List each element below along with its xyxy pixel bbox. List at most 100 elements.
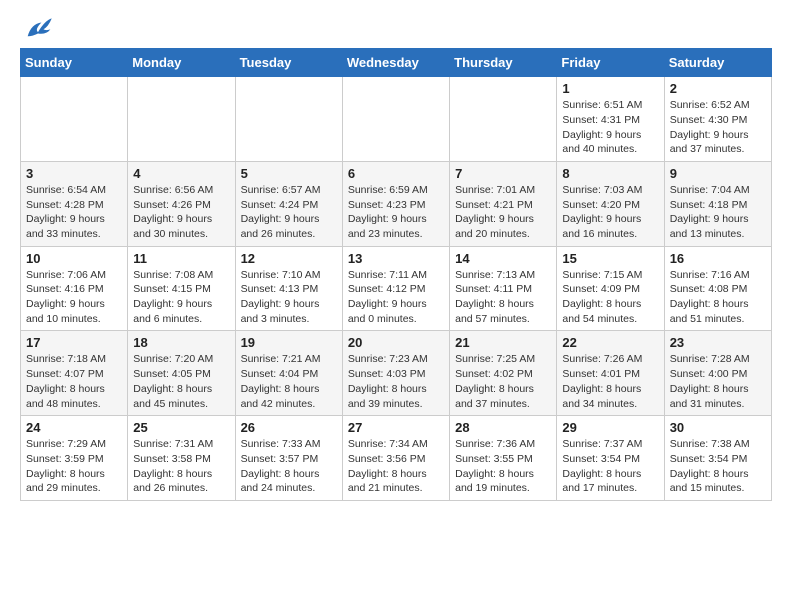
day-info: Sunrise: 7:21 AMSunset: 4:04 PMDaylight:… — [241, 352, 337, 411]
day-info: Sunrise: 6:51 AMSunset: 4:31 PMDaylight:… — [562, 98, 658, 157]
day-info: Sunrise: 7:29 AMSunset: 3:59 PMDaylight:… — [26, 437, 122, 496]
day-number: 22 — [562, 335, 658, 350]
day-info: Sunrise: 7:04 AMSunset: 4:18 PMDaylight:… — [670, 183, 766, 242]
day-info: Sunrise: 7:06 AMSunset: 4:16 PMDaylight:… — [26, 268, 122, 327]
day-info: Sunrise: 7:13 AMSunset: 4:11 PMDaylight:… — [455, 268, 551, 327]
calendar-day-4: 4 Sunrise: 6:56 AMSunset: 4:26 PMDaylight… — [128, 161, 235, 246]
calendar-day-2: 2 Sunrise: 6:52 AMSunset: 4:30 PMDaylight… — [664, 77, 771, 162]
calendar-week-2: 3Sunrise: 6:54 AMSunset: 4:28 PMDaylight… — [21, 161, 772, 246]
day-number: 30 — [670, 420, 766, 435]
calendar-day-8: 8Sunrise: 7:03 AMSunset: 4:20 PMDaylight… — [557, 161, 664, 246]
calendar-day-16: 16 Sunrise: 7:16 AMSunset: 4:08 PMDayligh… — [664, 246, 771, 331]
day-info: Sunrise: 7:18 AMSunset: 4:07 PMDaylight:… — [26, 352, 122, 411]
day-info: Sunrise: 7:15 AMSunset: 4:09 PMDaylight:… — [562, 268, 658, 327]
calendar-header-tuesday: Tuesday — [235, 49, 342, 77]
page-header — [20, 16, 772, 40]
day-info: Sunrise: 7:33 AMSunset: 3:57 PMDaylight:… — [241, 437, 337, 496]
calendar-day-29: 29 Sunrise: 7:37 AMSunset: 3:54 PMDayligh… — [557, 416, 664, 501]
day-number: 26 — [241, 420, 337, 435]
calendar-empty-cell — [21, 77, 128, 162]
day-number: 6 — [348, 166, 444, 181]
day-number: 13 — [348, 251, 444, 266]
calendar-header-row: SundayMondayTuesdayWednesdayThursdayFrid… — [21, 49, 772, 77]
day-number: 23 — [670, 335, 766, 350]
calendar-day-21: 21Sunrise: 7:25 AMSunset: 4:02 PMDayligh… — [450, 331, 557, 416]
calendar-week-4: 17 Sunrise: 7:18 AMSunset: 4:07 PMDayligh… — [21, 331, 772, 416]
calendar-table: SundayMondayTuesdayWednesdayThursdayFrid… — [20, 48, 772, 501]
day-info: Sunrise: 7:08 AMSunset: 4:15 PMDaylight:… — [133, 268, 229, 327]
day-number: 24 — [26, 420, 122, 435]
calendar-day-1: 1 Sunrise: 6:51 AMSunset: 4:31 PMDaylight… — [557, 77, 664, 162]
day-number: 1 — [562, 81, 658, 96]
day-info: Sunrise: 7:37 AMSunset: 3:54 PMDaylight:… — [562, 437, 658, 496]
day-info: Sunrise: 7:38 AMSunset: 3:54 PMDaylight:… — [670, 437, 766, 496]
calendar-day-20: 20Sunrise: 7:23 AMSunset: 4:03 PMDayligh… — [342, 331, 449, 416]
day-info: Sunrise: 6:52 AMSunset: 4:30 PMDaylight:… — [670, 98, 766, 157]
day-info: Sunrise: 7:11 AMSunset: 4:12 PMDaylight:… — [348, 268, 444, 327]
logo-bird-icon — [24, 17, 52, 39]
day-number: 19 — [241, 335, 337, 350]
day-info: Sunrise: 7:36 AMSunset: 3:55 PMDaylight:… — [455, 437, 551, 496]
calendar-day-30: 30 Sunrise: 7:38 AMSunset: 3:54 PMDayligh… — [664, 416, 771, 501]
day-number: 2 — [670, 81, 766, 96]
day-info: Sunrise: 6:56 AMSunset: 4:26 PMDaylight:… — [133, 183, 229, 242]
calendar-day-7: 7 Sunrise: 7:01 AMSunset: 4:21 PMDaylight… — [450, 161, 557, 246]
calendar-day-15: 15 Sunrise: 7:15 AMSunset: 4:09 PMDayligh… — [557, 246, 664, 331]
calendar-day-9: 9 Sunrise: 7:04 AMSunset: 4:18 PMDaylight… — [664, 161, 771, 246]
calendar-day-5: 5 Sunrise: 6:57 AMSunset: 4:24 PMDaylight… — [235, 161, 342, 246]
calendar-header-sunday: Sunday — [21, 49, 128, 77]
day-info: Sunrise: 7:26 AMSunset: 4:01 PMDaylight:… — [562, 352, 658, 411]
calendar-week-5: 24 Sunrise: 7:29 AMSunset: 3:59 PMDayligh… — [21, 416, 772, 501]
day-number: 18 — [133, 335, 229, 350]
day-number: 10 — [26, 251, 122, 266]
calendar-header-wednesday: Wednesday — [342, 49, 449, 77]
calendar-empty-cell — [342, 77, 449, 162]
day-info: Sunrise: 7:34 AMSunset: 3:56 PMDaylight:… — [348, 437, 444, 496]
day-number: 15 — [562, 251, 658, 266]
day-info: Sunrise: 7:16 AMSunset: 4:08 PMDaylight:… — [670, 268, 766, 327]
day-number: 25 — [133, 420, 229, 435]
calendar-empty-cell — [450, 77, 557, 162]
day-number: 28 — [455, 420, 551, 435]
calendar-day-10: 10 Sunrise: 7:06 AMSunset: 4:16 PMDayligh… — [21, 246, 128, 331]
day-number: 12 — [241, 251, 337, 266]
calendar-day-22: 22 Sunrise: 7:26 AMSunset: 4:01 PMDayligh… — [557, 331, 664, 416]
day-info: Sunrise: 7:28 AMSunset: 4:00 PMDaylight:… — [670, 352, 766, 411]
calendar-day-12: 12 Sunrise: 7:10 AMSunset: 4:13 PMDayligh… — [235, 246, 342, 331]
day-info: Sunrise: 7:31 AMSunset: 3:58 PMDaylight:… — [133, 437, 229, 496]
calendar-day-28: 28 Sunrise: 7:36 AMSunset: 3:55 PMDayligh… — [450, 416, 557, 501]
calendar-day-13: 13 Sunrise: 7:11 AMSunset: 4:12 PMDayligh… — [342, 246, 449, 331]
day-number: 27 — [348, 420, 444, 435]
calendar-day-6: 6 Sunrise: 6:59 AMSunset: 4:23 PMDaylight… — [342, 161, 449, 246]
calendar-day-3: 3Sunrise: 6:54 AMSunset: 4:28 PMDaylight… — [21, 161, 128, 246]
day-number: 14 — [455, 251, 551, 266]
day-number: 4 — [133, 166, 229, 181]
day-number: 9 — [670, 166, 766, 181]
day-number: 7 — [455, 166, 551, 181]
calendar-week-3: 10 Sunrise: 7:06 AMSunset: 4:16 PMDayligh… — [21, 246, 772, 331]
calendar-header-friday: Friday — [557, 49, 664, 77]
day-number: 29 — [562, 420, 658, 435]
calendar-day-18: 18Sunrise: 7:20 AMSunset: 4:05 PMDayligh… — [128, 331, 235, 416]
day-info: Sunrise: 6:59 AMSunset: 4:23 PMDaylight:… — [348, 183, 444, 242]
day-number: 16 — [670, 251, 766, 266]
logo — [20, 16, 52, 40]
calendar-day-19: 19 Sunrise: 7:21 AMSunset: 4:04 PMDayligh… — [235, 331, 342, 416]
day-number: 5 — [241, 166, 337, 181]
calendar-week-1: 1 Sunrise: 6:51 AMSunset: 4:31 PMDaylight… — [21, 77, 772, 162]
day-number: 8 — [562, 166, 658, 181]
calendar-day-14: 14 Sunrise: 7:13 AMSunset: 4:11 PMDayligh… — [450, 246, 557, 331]
day-info: Sunrise: 6:57 AMSunset: 4:24 PMDaylight:… — [241, 183, 337, 242]
calendar-day-27: 27 Sunrise: 7:34 AMSunset: 3:56 PMDayligh… — [342, 416, 449, 501]
day-number: 3 — [26, 166, 122, 181]
calendar-empty-cell — [235, 77, 342, 162]
calendar-header-thursday: Thursday — [450, 49, 557, 77]
day-number: 17 — [26, 335, 122, 350]
day-info: Sunrise: 7:10 AMSunset: 4:13 PMDaylight:… — [241, 268, 337, 327]
calendar-day-17: 17 Sunrise: 7:18 AMSunset: 4:07 PMDayligh… — [21, 331, 128, 416]
calendar-day-25: 25 Sunrise: 7:31 AMSunset: 3:58 PMDayligh… — [128, 416, 235, 501]
day-info: Sunrise: 7:01 AMSunset: 4:21 PMDaylight:… — [455, 183, 551, 242]
calendar-header-monday: Monday — [128, 49, 235, 77]
calendar-day-11: 11Sunrise: 7:08 AMSunset: 4:15 PMDayligh… — [128, 246, 235, 331]
calendar-day-23: 23 Sunrise: 7:28 AMSunset: 4:00 PMDayligh… — [664, 331, 771, 416]
